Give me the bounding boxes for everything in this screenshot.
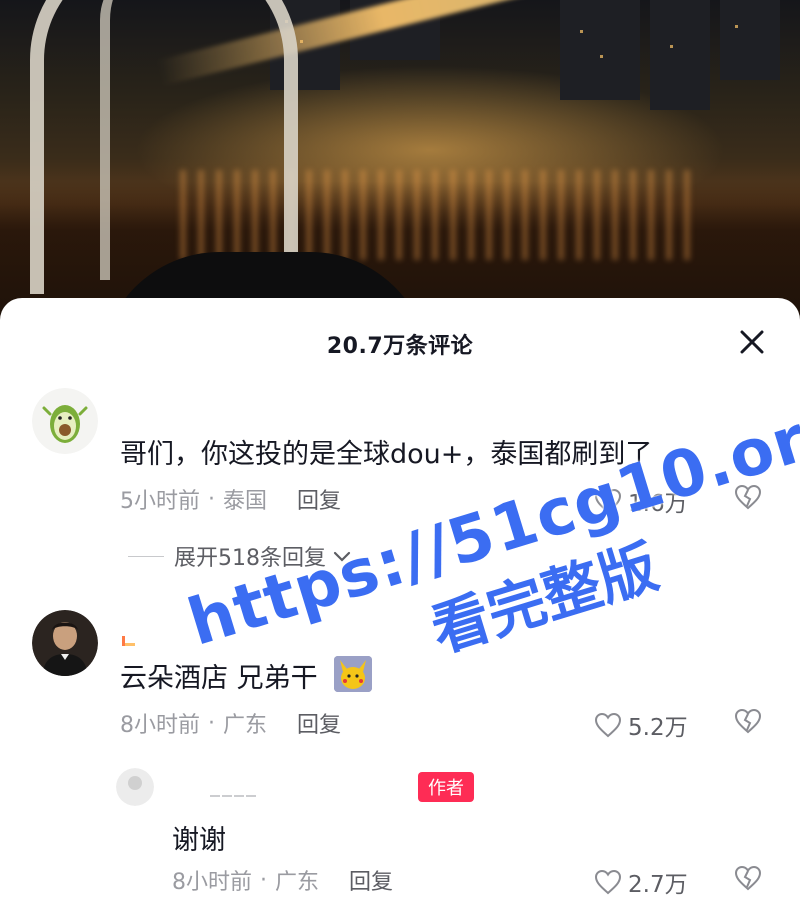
- heart-icon: [594, 488, 622, 514]
- dislike-button[interactable]: [734, 484, 762, 514]
- avatar[interactable]: [32, 610, 98, 676]
- sheet-header: 20.7万条评论: [0, 298, 800, 388]
- comment-count-title: 20.7万条评论: [326, 334, 474, 359]
- heart-icon: [594, 712, 622, 738]
- avatar[interactable]: [116, 768, 154, 806]
- like-button[interactable]: 5.2万: [594, 708, 688, 742]
- comments-sheet: 20.7万条评论 哥们，你这投的是全球dou+，泰国都刷到了 5小时前 · 泰国: [0, 298, 800, 911]
- like-button[interactable]: 2.7万: [594, 865, 688, 899]
- level-badge-icon: [120, 633, 138, 647]
- reply-meta: 8小时前 · 广东 回复: [172, 864, 393, 896]
- user-photo-icon: [116, 768, 154, 806]
- broken-heart-icon: [734, 865, 762, 891]
- close-icon[interactable]: [738, 328, 766, 356]
- user-photo-icon: [32, 610, 98, 676]
- like-button[interactable]: 1.6万: [594, 484, 688, 518]
- broken-heart-icon: [734, 484, 762, 510]
- comment-time: 8小时前: [120, 713, 200, 738]
- divider: [128, 555, 164, 557]
- dislike-button[interactable]: [734, 708, 762, 738]
- meta-separator: ·: [208, 486, 215, 512]
- video-background: [0, 0, 800, 330]
- reply-text: 谢谢: [172, 825, 226, 856]
- comment-time: 5小时前: [120, 489, 200, 514]
- pikachu-sticker-icon: [334, 656, 372, 692]
- reply-button[interactable]: 回复: [349, 864, 393, 896]
- meta-separator: ·: [208, 710, 215, 736]
- comment-text: 云朵酒店 兄弟干: [120, 663, 318, 694]
- author-badge: 作者: [418, 772, 474, 802]
- reply-location: 广东: [275, 870, 320, 895]
- chevron-down-icon: [333, 551, 351, 562]
- avatar[interactable]: [32, 388, 98, 454]
- comment-meta: 5小时前 · 泰国 回复: [120, 483, 341, 515]
- expand-replies-label: 展开518条回复: [174, 546, 326, 571]
- reply-time: 8小时前: [172, 870, 252, 895]
- reply-username-obscured: ⎯⎯⎯⎯: [210, 782, 258, 806]
- reply-button[interactable]: 回复: [297, 707, 341, 739]
- heart-icon: [594, 869, 622, 895]
- like-count: 2.7万: [628, 872, 688, 898]
- reply-button[interactable]: 回复: [297, 483, 341, 515]
- expand-replies-button[interactable]: 展开518条回复: [128, 540, 352, 572]
- broken-heart-icon: [734, 708, 762, 734]
- dislike-button[interactable]: [734, 865, 762, 895]
- like-count: 1.6万: [628, 491, 688, 517]
- comment-text: 哥们，你这投的是全球dou+，泰国都刷到了: [120, 439, 653, 470]
- comment-meta: 8小时前 · 广东 回复: [120, 707, 341, 739]
- meta-separator: ·: [260, 867, 267, 893]
- avocado-avatar-icon: [32, 388, 98, 454]
- like-count: 5.2万: [628, 715, 688, 741]
- comment-location: 泰国: [223, 489, 268, 514]
- comment-location: 广东: [223, 713, 268, 738]
